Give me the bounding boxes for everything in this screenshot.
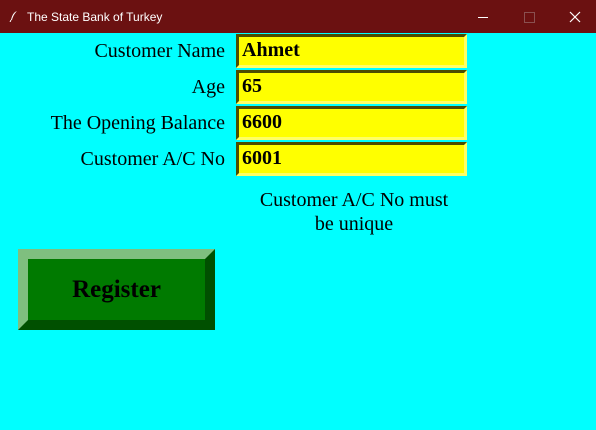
customer-name-field[interactable]: Ahmet [236, 34, 467, 68]
minimize-button[interactable] [460, 0, 506, 33]
unique-account-note: Customer A/C No must be unique [236, 188, 472, 236]
maximize-button[interactable] [506, 0, 552, 33]
window-title: The State Bank of Turkey [27, 10, 163, 24]
register-button[interactable]: Register [18, 249, 215, 330]
customer-name-label: Customer Name [94, 40, 225, 62]
note-line-2: be unique [314, 213, 394, 235]
age-label: Age [191, 76, 225, 98]
maximize-icon [524, 12, 535, 23]
title-bar[interactable]: The State Bank of Turkey [0, 0, 596, 33]
close-icon [569, 11, 581, 23]
feather-icon [9, 10, 19, 22]
register-button-label: Register [72, 275, 161, 303]
age-field[interactable]: 65 [236, 70, 467, 104]
opening-balance-label: The Opening Balance [50, 112, 225, 134]
minimize-icon [478, 17, 488, 18]
account-number-field[interactable]: 6001 [236, 142, 467, 176]
close-button[interactable] [552, 0, 596, 33]
opening-balance-field[interactable]: 6600 [236, 106, 467, 140]
account-number-label: Customer A/C No [80, 148, 225, 170]
note-line-1: Customer A/C No must [259, 189, 449, 211]
